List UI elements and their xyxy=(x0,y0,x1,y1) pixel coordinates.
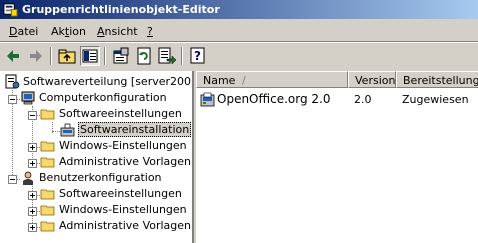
refresh-button[interactable] xyxy=(134,46,154,66)
forward-button[interactable] xyxy=(26,46,46,66)
folder-icon xyxy=(40,205,55,216)
menu-aktion[interactable]: Aktion xyxy=(51,25,86,38)
properties-icon xyxy=(113,47,129,64)
column-header-name[interactable]: Name / xyxy=(196,71,348,88)
folder-icon xyxy=(40,141,55,152)
list-header: Name / Version Bereitstellungszustand xyxy=(196,71,478,88)
collapse-toggle[interactable] xyxy=(8,95,17,104)
collapse-toggle[interactable] xyxy=(8,175,17,184)
expand-toggle[interactable] xyxy=(28,207,37,216)
computer-icon xyxy=(21,91,35,105)
console-tree[interactable]: Softwareverteilung [server2003.pq Comput… xyxy=(0,71,194,243)
folder-icon xyxy=(40,157,55,168)
tree-item-computer-software-settings[interactable]: Softwareeinstellungen xyxy=(40,106,190,122)
tree-item-user-software-settings[interactable]: Softwareeinstellungen xyxy=(40,186,190,202)
tree-item-user-configuration[interactable]: Benutzerkonfiguration xyxy=(20,170,190,186)
forward-arrow-icon xyxy=(30,50,42,62)
list-item[interactable]: OpenOffice.org 2.0 2.0 Zugewiesen xyxy=(196,92,478,108)
export-list-icon xyxy=(158,47,177,65)
menu-bar: Datei Aktion Ansicht ? xyxy=(0,20,478,41)
toolbar-separator xyxy=(50,47,52,65)
up-one-level-button[interactable] xyxy=(57,46,77,66)
export-list-button[interactable] xyxy=(157,46,177,66)
tree-item-computer-configuration[interactable]: Computerkonfiguration xyxy=(20,90,190,106)
back-arrow-icon xyxy=(7,50,19,62)
window-title: Gruppenrichtlinienobjekt-Editor xyxy=(22,3,220,16)
help-button[interactable]: ? xyxy=(188,46,208,66)
refresh-icon xyxy=(137,47,151,65)
tree-root[interactable]: Softwareverteilung [server2003.pq xyxy=(4,74,192,90)
toolbar-separator xyxy=(181,47,183,65)
gpo-editor-icon xyxy=(3,3,18,17)
title-bar[interactable]: Gruppenrichtlinienobjekt-Editor xyxy=(0,0,478,19)
expand-toggle[interactable] xyxy=(28,223,37,232)
tree-item-software-installation[interactable]: Softwareinstallation xyxy=(60,122,192,138)
menu-datei[interactable]: Datei xyxy=(9,25,38,38)
tree-item-user-admin-templates[interactable]: Administrative Vorlagen xyxy=(40,218,191,234)
help-icon: ? xyxy=(190,47,205,64)
show-hide-tree-button[interactable] xyxy=(80,46,100,66)
folder-icon xyxy=(40,221,55,232)
expand-toggle[interactable] xyxy=(28,159,37,168)
menu-help[interactable]: ? xyxy=(147,25,153,38)
column-header-state[interactable]: Bereitstellungszustand xyxy=(396,71,478,88)
column-header-version[interactable]: Version xyxy=(348,71,396,88)
folder-open-icon xyxy=(40,109,55,120)
show-hide-tree-icon xyxy=(82,49,98,63)
tree-item-user-windows-settings[interactable]: Windows-Einstellungen xyxy=(40,202,190,218)
user-icon xyxy=(23,171,33,185)
expand-toggle[interactable] xyxy=(28,143,37,152)
tree-item-computer-admin-templates[interactable]: Administrative Vorlagen xyxy=(40,154,191,170)
tree-item-computer-windows-settings[interactable]: Windows-Einstellungen xyxy=(40,138,190,154)
menu-ansicht[interactable]: Ansicht xyxy=(97,25,138,38)
svg-text:?: ? xyxy=(194,49,201,63)
toolbar-separator xyxy=(104,47,106,65)
up-folder-icon xyxy=(58,49,76,64)
expand-toggle[interactable] xyxy=(28,191,37,200)
back-button[interactable] xyxy=(3,46,23,66)
row-state: Zugewiesen xyxy=(402,93,469,106)
row-version: 2.0 xyxy=(354,93,372,106)
folder-icon xyxy=(40,189,55,200)
software-installation-icon xyxy=(60,123,75,137)
collapse-toggle[interactable] xyxy=(28,111,37,120)
properties-button[interactable] xyxy=(111,46,131,66)
msi-package-icon xyxy=(200,92,215,107)
gpo-document-icon xyxy=(5,74,20,89)
toolbar: ? xyxy=(0,43,478,69)
sort-ascending-icon: / xyxy=(242,74,246,87)
details-list[interactable]: Name / Version Bereitstellungszustand Op… xyxy=(196,71,478,243)
row-name: OpenOffice.org 2.0 xyxy=(217,92,331,106)
